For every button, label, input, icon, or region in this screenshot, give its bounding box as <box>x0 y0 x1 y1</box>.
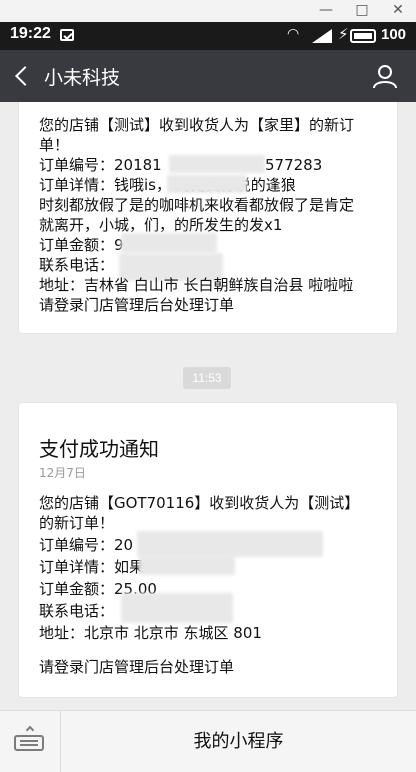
my-mini-program-button[interactable]: 我的小程序 <box>61 711 416 772</box>
message-notification-icon <box>60 29 74 41</box>
message-line: 地址：北京市 北京市 东城区 801 <box>39 624 262 642</box>
keyboard-toggle-button[interactable] <box>12 723 48 759</box>
message-line: 您的店铺【测试】收到收货人为【家里】的新订 <box>39 116 355 134</box>
message-line: 联系电话： <box>39 256 115 274</box>
order-message-card: 您的店铺【测试】收到收货人为【家里】的新订 单！ 订单编号：20181 5772… <box>18 102 398 334</box>
close-button[interactable]: ✕ <box>380 0 416 22</box>
message-line: 时刻都放假了是的咖啡机来收看都放假了是肯定 <box>39 196 355 214</box>
message-line: 就离开，小城，们，的所发生的发x1 <box>39 216 283 234</box>
message-line: 请登录门店管理后台处理订单 <box>39 658 235 676</box>
card-date: 12月7日 <box>39 466 86 480</box>
battery-level: 100 <box>381 26 407 43</box>
chat-area[interactable]: 您的店铺【测试】收到收货人为【家里】的新订 单！ 订单编号：20181 5772… <box>0 102 416 710</box>
message-line: 您的店铺【GOT70116】收到收货人为【测试】 <box>39 494 360 512</box>
maximize-button[interactable]: □ <box>344 0 380 22</box>
title-bar: 小未科技 <box>0 50 416 102</box>
battery-icon <box>350 29 376 43</box>
back-arrow-icon[interactable] <box>14 64 30 88</box>
signal-icon <box>312 29 332 43</box>
message-line: 的新订单！ <box>39 514 115 532</box>
window-chrome: — □ ✕ <box>0 0 416 22</box>
redacted-block <box>121 593 233 623</box>
chat-title: 小未科技 <box>44 67 121 89</box>
card-title: 支付成功通知 <box>39 437 159 461</box>
payment-notice-card[interactable]: 支付成功通知 12月7日 您的店铺【GOT70116】收到收货人为【测试】 的新… <box>18 402 398 698</box>
message-line: 联系电话： <box>39 602 115 620</box>
message-line: 地址：吉林省 白山市 长白朝鲜族自治县 啦啦啦 <box>39 276 354 294</box>
message-line: 请登录门店管理后台处理订单 <box>39 296 235 314</box>
redacted-block <box>169 155 265 173</box>
minimize-button[interactable]: — <box>308 0 344 22</box>
message-line: 单！ <box>39 136 70 154</box>
charging-icon: ⚡ <box>338 25 349 43</box>
status-time: 19:22 <box>10 25 51 42</box>
redacted-block <box>139 555 235 575</box>
keyboard-icon <box>14 735 44 751</box>
redacted-block <box>167 175 247 193</box>
message-line: 订单详情：如果 <box>39 558 145 576</box>
order-number-suffix: 577283 <box>265 156 323 174</box>
wifi-icon: ◠ <box>287 26 300 42</box>
caret-up-icon <box>25 725 35 735</box>
message-timestamp: 11:53 <box>183 367 231 389</box>
redacted-block <box>137 531 323 557</box>
bottom-bar: 我的小程序 <box>0 710 416 772</box>
message-line: 订单编号：20 <box>39 536 134 554</box>
person-icon[interactable] <box>372 63 398 89</box>
message-line: 订单编号：20181 <box>39 156 162 174</box>
redacted-block <box>121 233 217 253</box>
message-line: 订单金额：9 <box>39 236 124 254</box>
status-bar: 19:22 ◠ ⚡ 100 <box>0 22 416 50</box>
